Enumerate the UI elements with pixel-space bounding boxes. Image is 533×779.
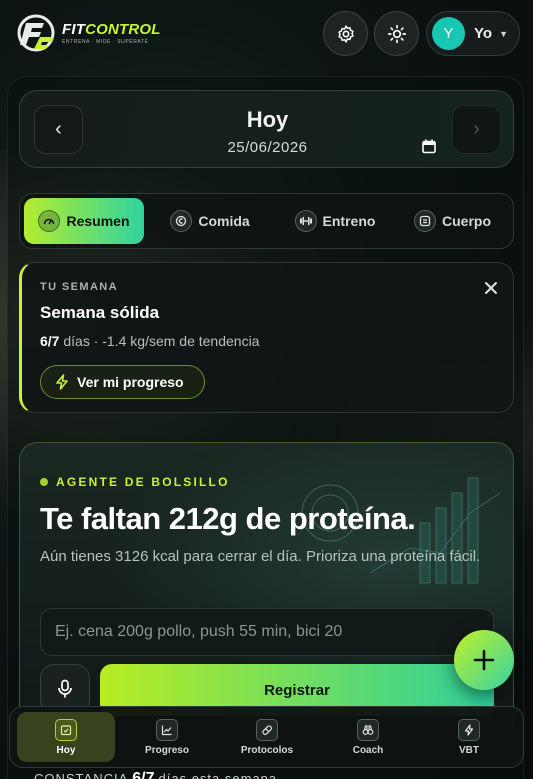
calendar-icon[interactable]: [422, 139, 436, 154]
add-entry-button[interactable]: [454, 630, 514, 690]
agent-eyebrow-label: AGENTE DE BOLSILLO: [56, 475, 230, 489]
agent-eyebrow: AGENTE DE BOLSILLO: [40, 475, 230, 489]
user-name: Yo: [474, 25, 493, 42]
chart-line-icon: [156, 718, 178, 741]
week-eyebrow: TU SEMANA: [40, 281, 118, 293]
sun-icon: [387, 24, 406, 43]
consistency-label: CONSTANCIA: [34, 771, 129, 779]
tab-comida[interactable]: Comida: [150, 198, 270, 244]
avatar: Y: [432, 17, 465, 50]
nav-item-vbt[interactable]: VBT: [420, 712, 518, 762]
gear-icon: [337, 24, 354, 43]
view-progress-label: Ver mi progreso: [77, 374, 184, 390]
logo-tagline: ENTRENA · MIDE · SUPÉRATE: [62, 39, 149, 45]
week-title: Semana sólida: [40, 303, 160, 322]
logo-mark-icon: [17, 14, 55, 52]
theme-toggle-button[interactable]: [374, 11, 419, 56]
tab-cuerpo[interactable]: Cuerpo: [395, 198, 510, 244]
coin-icon: [170, 210, 193, 232]
date-panel: ‹ Hoy 25/06/2026 ›: [19, 90, 514, 168]
bottom-navigation: Hoy Progreso Protocolos Coach VBT: [9, 706, 524, 768]
agent-headline: Te faltan 212g de proteína.: [40, 501, 416, 536]
close-icon[interactable]: [481, 278, 501, 298]
week-trend: días · -1.4 kg/sem de tendencia: [63, 333, 260, 349]
settings-button[interactable]: [323, 11, 368, 56]
nav-item-hoy[interactable]: Hoy: [17, 712, 115, 762]
nav-item-label: VBT: [459, 744, 479, 756]
nav-item-label: Coach: [352, 744, 384, 756]
consistency-suffix: días esta semana: [158, 771, 278, 779]
binoculars-icon: [357, 718, 379, 741]
week-days: 6/7: [40, 333, 60, 349]
app-header: FITCONTROL ENTRENA · MIDE · SUPÉRATE Y Y…: [0, 0, 533, 66]
tab-entreno[interactable]: Entreno: [275, 198, 395, 244]
plus-icon: [473, 649, 495, 671]
tab-label: Resumen: [66, 213, 130, 229]
section-tabs: Resumen Comida Entreno Cuerpo: [19, 193, 514, 249]
status-dot-icon: [40, 478, 48, 486]
tab-resumen[interactable]: Resumen: [24, 198, 144, 244]
week-summary-card: TU SEMANA Semana sólida 6/7 días · -1.4 …: [19, 262, 514, 413]
user-menu-button[interactable]: Y Yo ▼: [426, 11, 520, 56]
fitcontrol-logo[interactable]: FITCONTROL ENTRENA · MIDE · SUPÉRATE: [14, 12, 174, 54]
view-progress-button[interactable]: Ver mi progreso: [40, 365, 205, 399]
calendar-check-icon: [55, 718, 77, 741]
nav-item-label: Hoy: [56, 744, 76, 756]
logo-title: FITCONTROL: [62, 21, 161, 38]
nav-item-progreso[interactable]: Progreso: [118, 712, 216, 762]
agent-subtext: Aún tienes 3126 kcal para cerrar el día.…: [40, 548, 481, 565]
chevron-right-icon: ›: [473, 118, 480, 140]
week-stats: 6/7 días · -1.4 kg/sem de tendencia: [40, 333, 259, 349]
tab-label: Cuerpo: [442, 213, 491, 229]
date-title: Hoy: [246, 107, 289, 132]
tab-label: Comida: [198, 213, 250, 229]
nav-item-label: Protocolos: [240, 744, 294, 756]
chevron-down-icon: ▼: [499, 28, 508, 39]
quick-log-input[interactable]: [40, 608, 494, 656]
consistency-value: 6/7: [132, 770, 155, 779]
gauge-icon: [38, 210, 61, 232]
bolt-icon: [56, 374, 68, 390]
scale-icon: [414, 210, 436, 232]
pill-icon: [256, 718, 278, 741]
date-input[interactable]: 25/06/2026: [20, 139, 515, 156]
tab-label: Entreno: [322, 213, 376, 229]
pocket-agent-card: AGENTE DE BOLSILLO Te faltan 212g de pro…: [19, 442, 514, 742]
dumbbell-icon: [294, 210, 317, 232]
consistency-summary: CONSTANCIA 6/7 días esta semana: [34, 770, 277, 779]
nav-item-coach[interactable]: Coach: [319, 712, 417, 762]
microphone-icon: [58, 679, 72, 698]
nav-item-protocolos[interactable]: Protocolos: [218, 712, 316, 762]
nav-item-label: Progreso: [145, 744, 189, 756]
bolt-icon: [458, 718, 480, 741]
next-day-button[interactable]: ›: [452, 105, 501, 154]
